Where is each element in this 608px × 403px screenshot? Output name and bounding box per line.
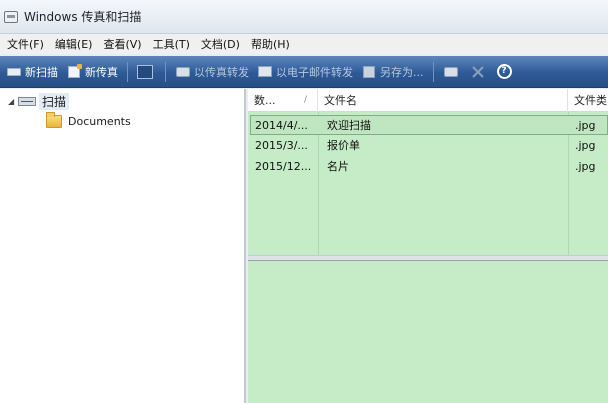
menu-tools[interactable]: 工具(T) [150, 36, 198, 52]
new-fax-label: 新传真 [85, 65, 118, 79]
column-header-filename-label: 文件名 [324, 94, 357, 107]
fax-printer-icon [175, 65, 191, 79]
folder-icon [46, 111, 62, 128]
forward-as-email-button[interactable]: 以电子邮件转发 [253, 60, 357, 84]
column-header-filetype[interactable]: 文件类 [568, 89, 608, 112]
column-header-filename[interactable]: 文件名 [318, 89, 568, 112]
tree-item-scan[interactable]: ◢ 扫描 [8, 92, 70, 110]
save-as-button[interactable]: 另存为... [357, 60, 428, 84]
menu-view[interactable]: 查看(V) [100, 36, 149, 52]
forward-as-fax-button[interactable]: 以传真转发 [171, 60, 253, 84]
cell-filetype: .jpg [575, 160, 596, 173]
print-button[interactable] [439, 60, 466, 84]
tree-item-scan-label: 扫描 [39, 92, 70, 110]
title-bar: Windows 传真和扫描 [0, 0, 608, 34]
fax-scan-app-icon [4, 10, 18, 23]
mail-icon [257, 65, 273, 79]
help-icon: ? [496, 64, 512, 79]
column-header-date[interactable]: 数... / [248, 89, 318, 112]
sort-indicator-icon: / [303, 95, 307, 105]
scanner-icon [6, 65, 22, 79]
tree-item-documents-label: Documents [68, 114, 131, 128]
delete-button[interactable] [466, 60, 493, 84]
menu-edit[interactable]: 编辑(E) [52, 36, 101, 52]
cell-filetype: .jpg [575, 139, 596, 152]
menu-file[interactable]: 文件(F) [4, 36, 52, 52]
delete-icon [470, 65, 486, 79]
table-row[interactable]: 2015/3/... 报价单 .jpg [250, 136, 608, 156]
view-toggle-button[interactable] [133, 60, 160, 84]
table-row[interactable]: 2015/12... 名片 .jpg [250, 157, 608, 177]
cell-filename: 名片 [327, 160, 349, 173]
toolbar-separator [432, 61, 434, 82]
window-title: Windows 传真和扫描 [24, 10, 142, 24]
save-disk-icon [361, 65, 377, 79]
preview-pane [248, 261, 608, 403]
cell-date: 2015/12... [255, 160, 312, 173]
table-row[interactable]: 2014/4/... 欢迎扫描 .jpg [250, 115, 608, 135]
column-header-filetype-label: 文件类 [574, 94, 607, 107]
save-as-label: 另存为... [380, 65, 424, 79]
forward-as-fax-label: 以传真转发 [194, 65, 249, 79]
menu-help[interactable]: 帮助(H) [248, 36, 298, 52]
cell-date: 2015/3/... [255, 139, 308, 152]
menu-bar: 文件(F) 编辑(E) 查看(V) 工具(T) 文档(D) 帮助(H) [0, 34, 608, 54]
toolbar: 新扫描 新传真 以传真转发 以电子邮件转发 另存为... ? [0, 56, 608, 88]
collapse-arrow-icon[interactable]: ◢ [8, 97, 18, 106]
list-header: 数... / 文件名 文件类 [248, 89, 608, 112]
column-header-date-label: 数... [254, 94, 276, 107]
file-list: 数... / 文件名 文件类 2014/4/... 欢迎扫描 .jpg 2015… [248, 89, 608, 255]
menu-document[interactable]: 文档(D) [198, 36, 248, 52]
cell-filename: 欢迎扫描 [327, 119, 371, 132]
new-scan-button[interactable]: 新扫描 [2, 60, 62, 84]
cell-filename: 报价单 [327, 139, 360, 152]
help-button[interactable]: ? [493, 60, 516, 84]
new-fax-icon [66, 63, 82, 79]
folder-tree: ◢ 扫描 Documents [0, 89, 246, 403]
new-scan-label: 新扫描 [25, 65, 58, 79]
new-fax-button[interactable]: 新传真 [62, 60, 122, 84]
printer-icon [443, 65, 459, 79]
toolbar-separator [127, 61, 128, 82]
forward-as-email-label: 以电子邮件转发 [276, 65, 353, 79]
scanner-icon [18, 96, 36, 106]
tree-item-documents[interactable]: Documents [46, 111, 131, 130]
toolbar-separator [165, 61, 166, 82]
cell-date: 2014/4/... [255, 119, 308, 132]
cell-filetype: .jpg [575, 119, 596, 132]
window-icon [137, 64, 153, 79]
